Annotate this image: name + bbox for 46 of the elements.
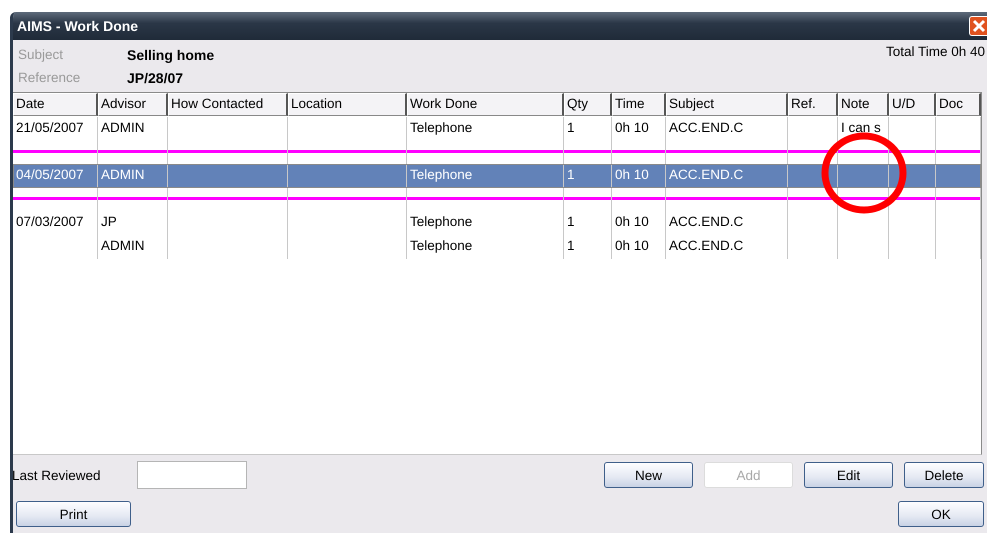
window-title: AIMS - Work Done xyxy=(17,18,138,34)
action-button[interactable]: Delete xyxy=(904,462,984,488)
field-label: Reference xyxy=(18,69,82,87)
table-cell: ADMIN xyxy=(98,164,168,188)
table-cell: 04/05/2007 xyxy=(13,164,98,188)
column-header[interactable]: Date xyxy=(13,93,98,116)
table-cell: ADMIN xyxy=(98,117,168,141)
table-cell: Telephone xyxy=(407,235,564,259)
column-header[interactable]: How Contacted xyxy=(168,93,288,116)
column-header[interactable]: Location xyxy=(288,93,407,116)
column-header[interactable]: Time xyxy=(612,93,666,116)
total-time-text: Total Time 0h 40 xyxy=(886,44,985,59)
field-value: Selling home xyxy=(127,46,214,65)
column-header[interactable]: Doc xyxy=(936,93,981,116)
table-cell: Telephone xyxy=(407,164,564,188)
column-header[interactable]: Subject xyxy=(666,93,788,116)
close-icon xyxy=(972,19,986,33)
column-header[interactable]: U/D xyxy=(889,93,936,116)
table-cell: ADMIN xyxy=(98,235,168,259)
column-header[interactable]: Qty xyxy=(564,93,612,116)
footer-button[interactable]: OK xyxy=(898,501,984,527)
table-cell: ACC.END.C xyxy=(666,164,788,188)
field-value: JP/28/07 xyxy=(127,69,184,88)
table-cell: 0h 10 xyxy=(612,164,666,188)
table-row[interactable]: ADMIN Telephone 1 0h 10 ACC.END.C xyxy=(13,235,981,259)
table-cell: Telephone xyxy=(407,117,564,141)
table-row[interactable]: 04/05/2007 ADMIN Telephone 1 0h 10 ACC.END.C xyxy=(13,164,981,188)
action-button[interactable]: Edit xyxy=(804,462,893,488)
column-header[interactable]: Ref. xyxy=(788,93,838,116)
table-cell: ACC.END.C xyxy=(666,117,788,141)
column-header[interactable]: Work Done xyxy=(407,93,564,116)
footer-button[interactable]: Print xyxy=(16,501,131,527)
field-label: Subject xyxy=(18,46,64,64)
last-reviewed-field[interactable] xyxy=(137,461,247,489)
table-row[interactable]: 07/03/2007 JP Telephone 1 0h 10 ACC.END.C xyxy=(13,211,981,235)
table-cell: Telephone xyxy=(407,211,564,235)
table-cell: ACC.END.C xyxy=(666,235,788,259)
table-row[interactable]: 21/05/2007 ADMIN Telephone 1 0h 10 ACC.END.C I can s xyxy=(13,117,981,141)
action-button[interactable]: New xyxy=(604,462,693,488)
table-cell: 1 xyxy=(564,164,612,188)
last-reviewed-label: Last Reviewed xyxy=(13,468,102,482)
table-cell: JP xyxy=(98,211,168,235)
column-header[interactable]: Note xyxy=(838,93,889,116)
close-button[interactable] xyxy=(969,16,987,36)
column-header[interactable]: Advisor xyxy=(98,93,168,116)
table-cell: ACC.END.C xyxy=(666,211,788,235)
